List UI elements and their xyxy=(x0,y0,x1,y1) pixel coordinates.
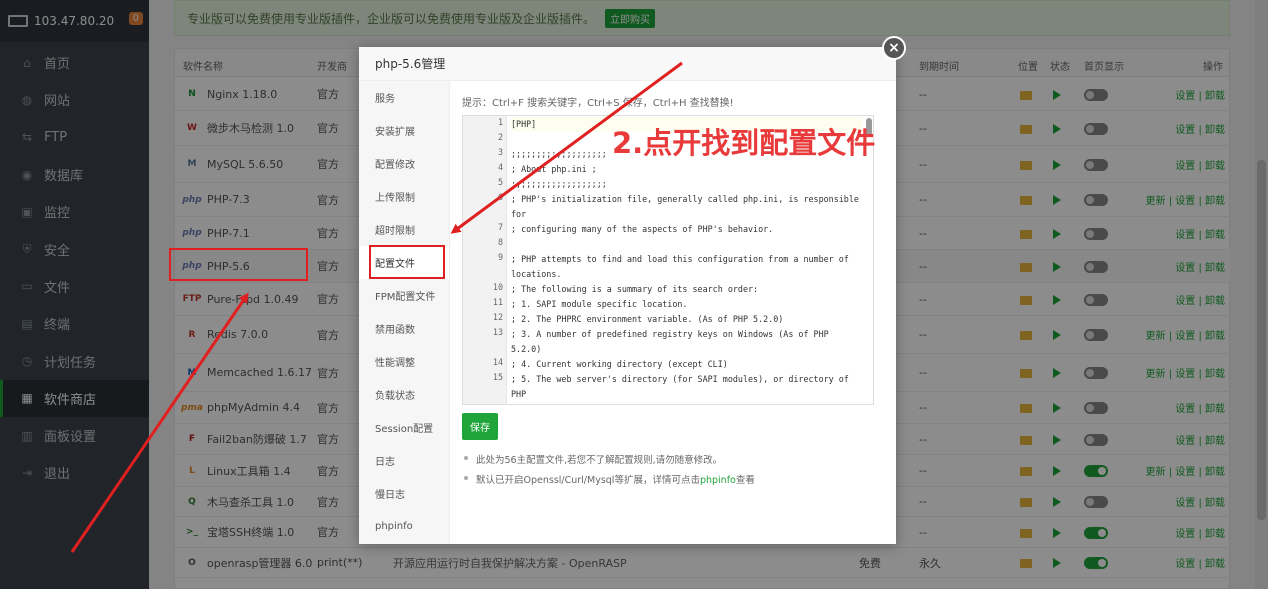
annotation-text: 2.点开找到配置文件 xyxy=(612,126,876,160)
arrow-to-php56 xyxy=(70,292,249,553)
annotation-arrows xyxy=(70,61,683,553)
